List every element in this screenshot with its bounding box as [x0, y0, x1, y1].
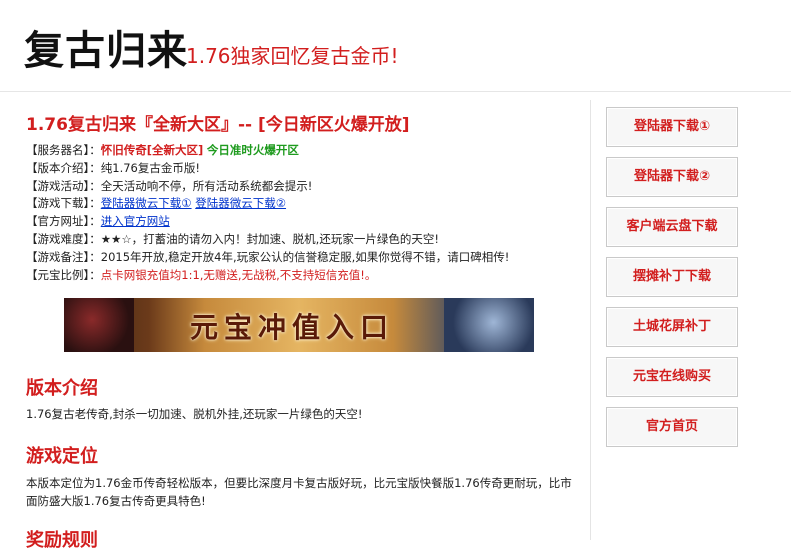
site-tagline: 1.76独家回忆复古金币!: [186, 44, 399, 68]
server-name-value: 怀旧传奇[全新大区]: [100, 143, 204, 157]
info-label: 【游戏难度】：: [26, 231, 101, 246]
info-row-website: 【官方网址】：进入官方网站: [26, 213, 586, 231]
info-row-download: 【游戏下载】：登陆器微云下载① 登陆器微云下载②: [26, 195, 586, 213]
section-title-positioning: 游戏定位: [26, 446, 98, 467]
recharge-banner[interactable]: 元宝冲值入口: [64, 298, 534, 352]
stall-patch-download-button[interactable]: 摆摊补丁下载: [606, 257, 738, 297]
server-info-list: 【服务器名】：怀旧传奇[全新大区] 今日准时火爆开区 【版本介绍】：纯1.76复…: [26, 142, 586, 284]
sidebar-download-menu: 登陆器下载① 登陆器下载② 客户端云盘下载 摆摊补丁下载 土城花屏补丁 元宝在线…: [606, 107, 740, 457]
main-content: 1.76复古归来『全新大区』-- [今日新区火爆开放] 【服务器名】：怀旧传奇[…: [12, 100, 591, 551]
info-row-notes: 【游戏备注】：2015年开放,稳定开放4年,玩家公认的信誉稳定服,如果你觉得不错…: [26, 249, 586, 267]
info-label: 【元宝比例】：: [26, 267, 101, 282]
info-label: 【游戏备注】：: [26, 249, 101, 264]
info-label: 【服务器名】：: [26, 143, 101, 157]
section-text-positioning: 本版本定位为1.76金币传奇轻松版本，但要比深度月卡复古版好玩，比元宝版快餐版1…: [26, 476, 572, 508]
version-value: 纯1.76复古金币版!: [100, 160, 200, 175]
info-row-version: 【版本介绍】：纯1.76复古金币版!: [26, 160, 586, 178]
info-label: 【游戏活动】：: [26, 178, 101, 193]
section-title-rewards: 奖励规则: [26, 530, 98, 551]
site-header: 复古归来 1.76独家回忆复古金币!: [0, 0, 791, 92]
banner-character-left: [64, 298, 134, 352]
site-logo[interactable]: 复古归来: [24, 18, 188, 76]
info-row-server-name: 【服务器名】：怀旧传奇[全新大区] 今日准时火爆开区: [26, 142, 586, 160]
ingot-ratio-value: 点卡网银充值均1:1,无赠送,无战税,不支持短信充值!。: [100, 267, 377, 282]
official-site-link[interactable]: 进入官方网站: [101, 214, 170, 228]
client-cloud-download-button[interactable]: 客户端云盘下载: [606, 207, 738, 247]
launcher-download-1-button[interactable]: 登陆器下载①: [606, 107, 738, 147]
server-open-status: 今日准时火爆开区: [206, 143, 299, 157]
download-link-2[interactable]: 登陆器微云下载②: [195, 196, 286, 210]
banner-text: 元宝冲值入口: [189, 311, 394, 344]
difficulty-value: ★★☆，打蓄油的请勿入内！封加速、脱机,还玩家一片绿色的天空!: [100, 231, 439, 246]
info-row-ingot-ratio: 【元宝比例】：点卡网银充值均1:1,无赠送,无战税,不支持短信充值!。: [26, 267, 586, 285]
info-label: 【游戏下载】：: [26, 196, 101, 211]
section-text-version: 1.76复古老传奇,封杀一切加速、脱机外挂,还玩家一片绿色的天空!: [26, 407, 363, 421]
town-screen-patch-button[interactable]: 土城花屏补丁: [606, 307, 738, 347]
banner-character-right: [444, 298, 534, 352]
notes-value: 2015年开放,稳定开放4年,玩家公认的信誉稳定服,如果你觉得不错，请口碑相传!: [100, 249, 510, 264]
activity-value: 全天活动响不停，所有活动系统都会提示!: [100, 178, 313, 193]
header-divider: [0, 91, 791, 92]
download-link-1[interactable]: 登陆器微云下载①: [101, 196, 192, 210]
info-label: 【版本介绍】：: [26, 160, 101, 175]
info-row-activity: 【游戏活动】：全天活动响不停，所有活动系统都会提示!: [26, 178, 586, 196]
buy-ingots-online-button[interactable]: 元宝在线购买: [606, 357, 738, 397]
official-home-button[interactable]: 官方首页: [606, 407, 738, 447]
info-row-difficulty: 【游戏难度】：★★☆，打蓄油的请勿入内！封加速、脱机,还玩家一片绿色的天空!: [26, 231, 586, 249]
info-label: 【官方网址】：: [26, 214, 101, 229]
section-title-version: 版本介绍: [26, 378, 98, 399]
launcher-download-2-button[interactable]: 登陆器下载②: [606, 157, 738, 197]
page-title: 1.76复古归来『全新大区』-- [今日新区火爆开放]: [26, 115, 410, 135]
